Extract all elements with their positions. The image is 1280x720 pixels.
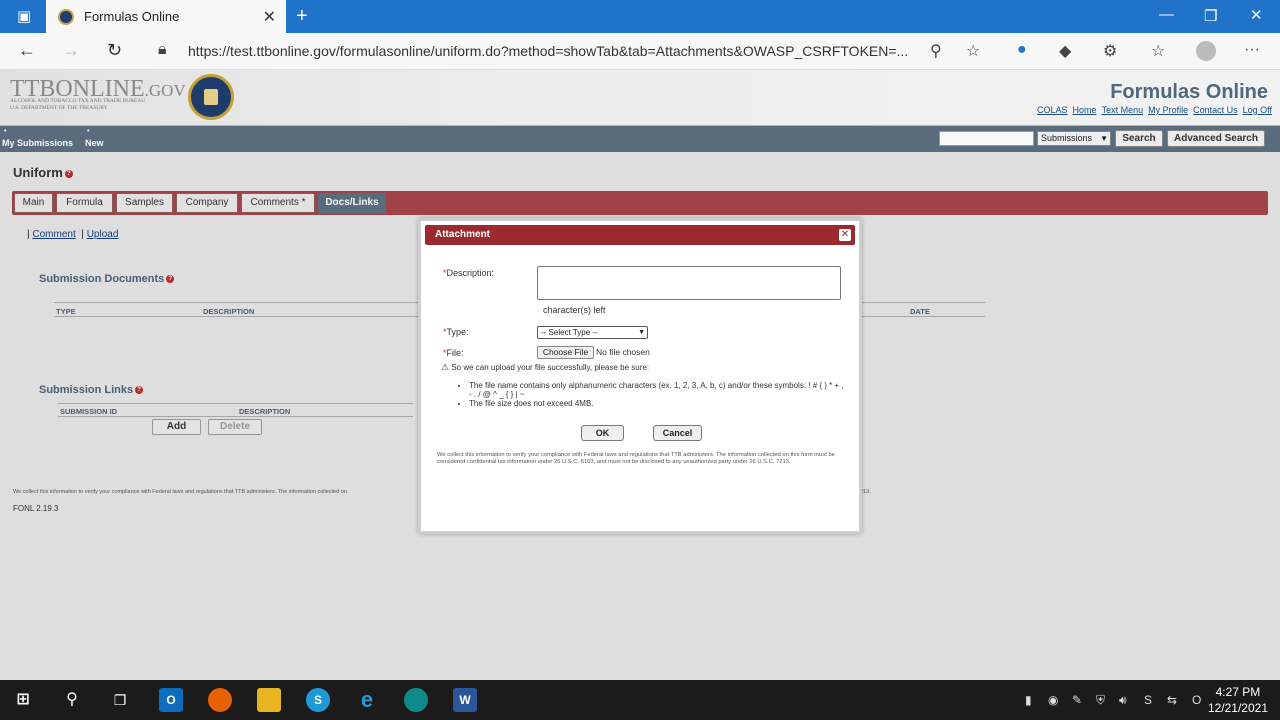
close-window-icon[interactable]: ✕ [1250,6,1263,24]
firefox-icon[interactable] [208,688,232,712]
favorites-icon[interactable]: ☆ [1151,41,1165,61]
browser-toolbar: ← → ↻ 🔒︎ https://test.ttbonline.gov/form… [0,33,1280,70]
refresh-icon[interactable]: ↻ [107,40,122,61]
windows-start-icon[interactable]: ⊞ [11,688,35,712]
upload-rules: The file name contains only alphanumeric… [465,381,845,408]
forward-icon[interactable]: → [62,40,80,61]
tab-title: Formulas Online [84,9,180,24]
ok-button[interactable]: OK [581,425,624,441]
cancel-button[interactable]: Cancel [653,425,702,441]
skype-tray-icon[interactable]: S [1144,693,1152,707]
choose-file-button[interactable]: Choose File [537,346,594,359]
dialog-notice: We collect this information to verify yo… [437,452,835,465]
attachment-dialog: Attachment ✕ *Description: character(s) … [418,218,862,534]
volume-icon[interactable]: 🔊︎ [1119,693,1127,708]
tray-app-icon[interactable]: ◉ [1048,693,1058,707]
edge-icon[interactable] [404,688,428,712]
upload-warning: ⚠ So we can upload your file successfull… [441,362,650,372]
warning-icon: ⚠ [441,362,450,372]
search-icon[interactable]: ⚲ [60,688,84,712]
back-icon[interactable]: ← [18,40,36,61]
address-bar[interactable]: https://test.ttbonline.gov/formulasonlin… [188,43,908,59]
new-tab-icon[interactable]: + [296,5,308,28]
zoom-icon[interactable]: ⚲ [930,41,942,61]
browser-tab[interactable]: Formulas Online ✕ [46,0,286,33]
restore-icon[interactable]: ❐ [1204,7,1217,25]
file-status: No file chosen [596,347,650,357]
battery-icon[interactable]: ▮ [1025,693,1032,707]
extensions-icon[interactable]: ⚙ [1103,41,1117,61]
add-favorite-icon[interactable]: ☆ [966,41,980,61]
type-select[interactable]: -- Select Type -- [537,326,648,339]
profile-avatar-icon[interactable] [1196,41,1216,61]
network-icon[interactable]: ⇆ [1167,693,1177,707]
description-field[interactable] [537,266,841,300]
close-tab-icon[interactable]: ✕ [263,7,276,27]
security-shield-icon[interactable]: ⛨ [1096,693,1105,708]
rule-filesize: The file size does not exceed 4MB. [469,399,845,408]
extension-icon[interactable]: ● [1017,41,1027,59]
tab-actions-icon[interactable]: ▣ [17,7,31,25]
task-view-icon[interactable]: ❐ [108,688,132,712]
char-count: character(s) left [543,305,606,315]
word-icon[interactable]: W [453,688,477,712]
close-icon[interactable]: ✕ [839,229,851,241]
ttb-favicon-icon [58,8,74,25]
internet-explorer-icon[interactable]: e [355,688,379,712]
minimize-icon[interactable]: — [1159,6,1174,23]
description-label: *Description: [443,268,495,278]
system-clock[interactable]: 4:27 PM 12/21/2021 [1208,684,1268,716]
rule-filename: The file name contains only alphanumeric… [469,381,845,399]
dialog-header: Attachment ✕ [425,225,855,245]
dialog-title: Attachment [435,229,491,240]
skype-icon[interactable]: S [306,688,330,712]
outlook-icon[interactable]: O [159,688,183,712]
file-explorer-icon[interactable] [257,688,281,712]
more-icon[interactable]: ··· [1244,41,1260,59]
extension2-icon[interactable]: ◆ [1059,41,1071,61]
tray-pen-icon[interactable]: ✎ [1072,693,1082,707]
type-label: *Type: [443,327,469,337]
file-label: *File: [443,348,464,358]
lock-icon[interactable]: 🔒︎ [158,41,167,59]
windows-taskbar: ⊞ ⚲ ❐ O S e W ▮ ◉ ✎ ⛨ 🔊︎ S ⇆ O 4:27 PM 12… [0,680,1280,720]
outlook-tray-icon[interactable]: O [1192,693,1201,707]
browser-titlebar: ▣ Formulas Online ✕ + — ❐ ✕ [0,0,1280,33]
